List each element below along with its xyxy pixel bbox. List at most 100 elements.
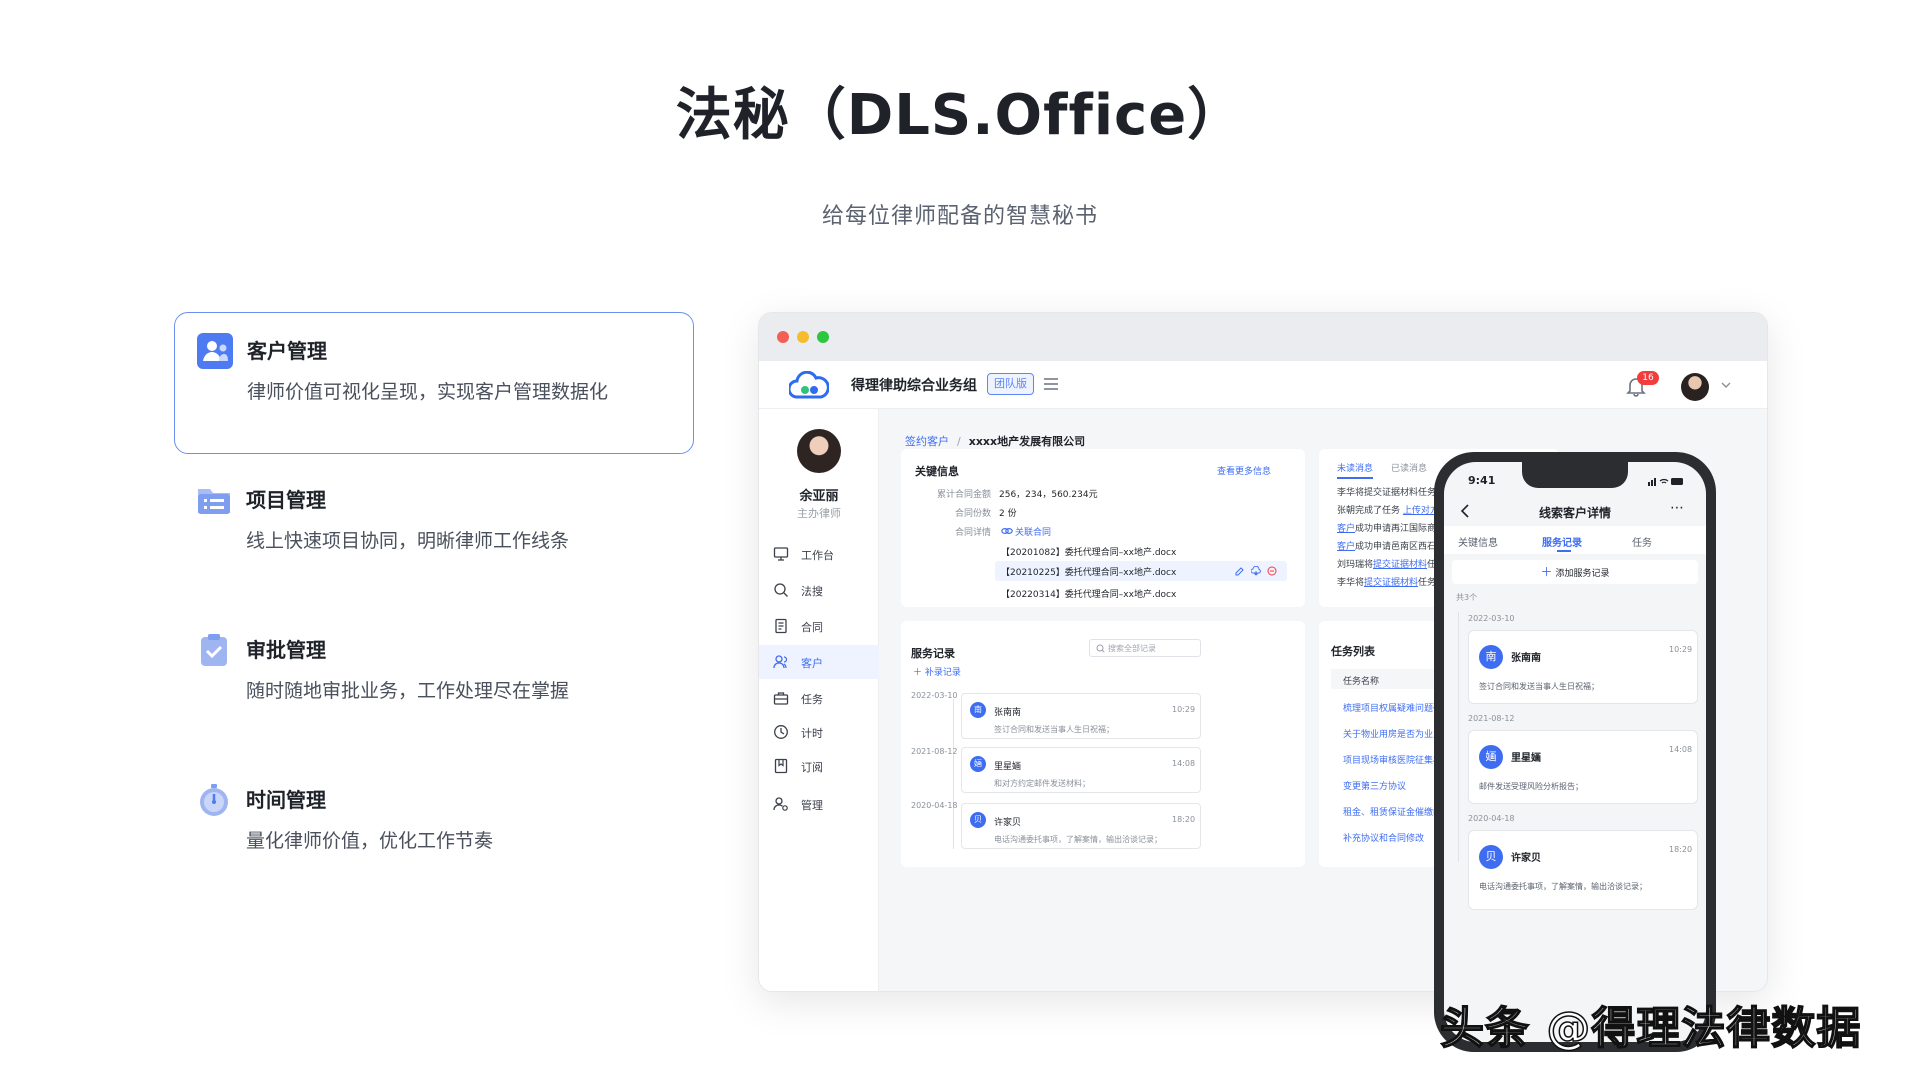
record-count: 共3个	[1456, 593, 1478, 602]
mobile-service-record[interactable]: 婳 里星婳 14:08 邮件发送受理风险分析报告；	[1468, 730, 1698, 804]
record-time: 10:29	[1669, 645, 1693, 654]
app-logo-icon	[789, 371, 829, 399]
edit-icon[interactable]	[1235, 566, 1245, 576]
breadcrumb: 签约客户 / xxxx地产发展有限公司	[905, 433, 1085, 449]
maximize-window-button[interactable]	[817, 331, 829, 343]
task-item[interactable]: 变更第三方协议	[1343, 779, 1406, 792]
sidebar-item-tasks[interactable]: 任务	[759, 681, 879, 715]
mobile-tabs: 关键信息 服务记录 任务	[1444, 526, 1706, 554]
mobile-service-record[interactable]: 贝 许家贝 18:20 电话沟通委托事项，了解案情，输出洽谈记录；	[1468, 830, 1698, 910]
mobile-page-title: 线索客户详情	[1538, 506, 1611, 520]
record-time: 18:20	[1669, 845, 1693, 854]
app-name: 得理律助综合业务组	[851, 378, 977, 394]
record-text: 电话沟通委托事项，了解案情，输出洽谈记录；	[994, 835, 1162, 844]
cloud-download-icon[interactable]	[1251, 566, 1261, 576]
client-icon	[197, 333, 233, 369]
tab-read[interactable]: 已读消息	[1391, 461, 1427, 474]
page-subtitle: 给每位律师配备的智慧秘书	[821, 204, 1098, 229]
record-text: 签订合同和发送当事人生日祝福；	[1479, 682, 1599, 691]
breadcrumb-separator: /	[957, 435, 961, 448]
user-avatar[interactable]	[1681, 373, 1709, 401]
nav-label: 订阅	[801, 761, 823, 774]
add-record-button[interactable]: ＋ 补录记录	[913, 665, 961, 678]
tab-tasks[interactable]: 任务	[1632, 534, 1652, 549]
sidebar: 余亚丽 主办律师 工作台 法搜 合同 客户 任务 计时 订阅 管理	[759, 409, 879, 991]
key-info-card: 关键信息 查看更多信息 累计合同金额 256，234，560.234元 合同份数…	[901, 449, 1305, 607]
chevron-down-icon[interactable]	[1721, 381, 1731, 389]
nav-label: 合同	[801, 621, 823, 634]
sidebar-item-subscribe[interactable]: 订阅	[759, 749, 879, 783]
record-avatar: 南	[1479, 645, 1503, 669]
search-placeholder: 搜索全部记录	[1108, 644, 1156, 653]
briefcase-icon	[773, 692, 789, 705]
close-window-button[interactable]	[777, 331, 789, 343]
feature-time-management[interactable]: 时间管理 量化律师价值，优化工作节奏	[174, 762, 694, 904]
delete-icon[interactable]	[1267, 566, 1277, 576]
add-service-record-button[interactable]: ＋ 添加服务记录	[1452, 560, 1698, 584]
contract-file[interactable]: 【20220314】委托代理合同–xx地产.docx	[1001, 587, 1176, 600]
breadcrumb-link[interactable]: 签约客户	[905, 435, 949, 448]
sidebar-item-search[interactable]: 法搜	[759, 573, 879, 607]
record-date: 2021-08-12	[911, 747, 958, 756]
record-name: 许家贝	[1511, 853, 1541, 864]
sidebar-item-workbench[interactable]: 工作台	[759, 537, 879, 571]
view-more-link[interactable]: 查看更多信息	[1217, 464, 1271, 477]
related-contracts-link[interactable]: 关联合同	[1015, 525, 1051, 538]
search-icon	[774, 583, 788, 597]
phone-screen: 9:41 线索客户详情 ⋯ 关键信息 服务记录 任务 ＋ 添加服务记录 共3个 …	[1444, 462, 1706, 1042]
more-icon[interactable]: ⋯	[1670, 500, 1684, 516]
tab-service-records[interactable]: 服务记录	[1542, 534, 1582, 549]
record-date: 2022-03-10	[911, 691, 958, 700]
notification-badge: 16	[1637, 371, 1659, 385]
monitor-icon	[773, 547, 789, 561]
feature-project-management[interactable]: 项目管理 线上快速项目协同，明晰律师工作线条	[174, 462, 694, 604]
record-date: 2020-04-18	[1468, 814, 1515, 823]
mobile-service-record[interactable]: 南 张南南 10:29 签订合同和发送当事人生日祝福；	[1468, 630, 1698, 704]
record-time: 14:08	[1669, 745, 1693, 754]
tab-indicator	[1557, 550, 1571, 552]
clipboard-check-icon	[201, 634, 227, 666]
tab-key-info[interactable]: 关键信息	[1458, 534, 1498, 549]
search-icon	[1096, 644, 1105, 653]
record-time: 18:20	[1172, 815, 1196, 824]
service-record[interactable]: 南 张南南 10:29 签订合同和发送当事人生日祝福；	[961, 693, 1201, 739]
nav-label: 法搜	[801, 585, 823, 598]
task-item[interactable]: 补充协议和合同修改	[1343, 831, 1424, 844]
record-time: 14:08	[1172, 759, 1196, 768]
nav-label: 任务	[801, 693, 823, 706]
minimize-window-button[interactable]	[797, 331, 809, 343]
link-icon	[1001, 527, 1013, 535]
feature-desc: 量化律师价值，优化工作节奏	[246, 830, 494, 852]
record-name: 许家贝	[994, 818, 1022, 828]
sidebar-item-timer[interactable]: 计时	[759, 715, 879, 749]
status-icons	[1648, 478, 1683, 486]
sidebar-item-admin[interactable]: 管理	[759, 787, 879, 821]
info-value: 2 份	[999, 509, 1017, 519]
feature-client-management[interactable]: 客户管理 律师价值可视化呈现，实现客户管理数据化	[174, 312, 694, 454]
record-name: 张南南	[994, 708, 1022, 718]
page-title: 法秘（DLS.Office）	[675, 83, 1245, 148]
feature-approval-management[interactable]: 审批管理 随时随地审批业务，工作处理尽在掌握	[174, 612, 694, 754]
bookmark-icon	[774, 758, 788, 774]
record-avatar: 南	[970, 702, 986, 718]
record-date: 2022-03-10	[1468, 614, 1515, 623]
contract-file-row-selected[interactable]: 【20210225】委托代理合同–xx地产.docx	[995, 561, 1287, 581]
profile-name: 余亚丽	[799, 489, 839, 504]
record-avatar: 婳	[1479, 745, 1503, 769]
phone-notch	[1522, 462, 1628, 488]
record-text: 邮件发送受理风险分析报告；	[1479, 782, 1583, 791]
service-search-input[interactable]: 搜索全部记录	[1089, 639, 1201, 657]
column-header: 任务名称	[1343, 677, 1380, 687]
menu-icon[interactable]	[1043, 377, 1059, 391]
task-list-title: 任务列表	[1331, 645, 1375, 658]
message-item[interactable]: 张朝完成了任务 上传对方当	[1337, 503, 1448, 516]
feature-title: 客户管理	[247, 339, 327, 363]
sidebar-item-clients[interactable]: 客户	[759, 645, 879, 679]
tab-unread[interactable]: 未读消息	[1337, 461, 1374, 479]
record-name: 里星婳	[994, 762, 1022, 772]
sidebar-item-contracts[interactable]: 合同	[759, 609, 879, 643]
service-record[interactable]: 贝 许家贝 18:20 电话沟通委托事项，了解案情，输出洽谈记录；	[961, 803, 1201, 849]
profile-avatar	[797, 429, 841, 473]
service-record[interactable]: 婳 里星婳 14:08 和对方约定邮件发送材料；	[961, 747, 1201, 793]
contract-file[interactable]: 【20201082】委托代理合同–xx地产.docx	[1001, 545, 1176, 558]
